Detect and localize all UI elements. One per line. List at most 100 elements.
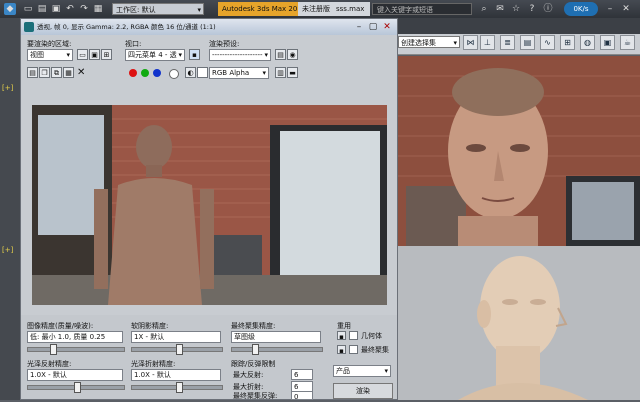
slider-knob[interactable] bbox=[176, 382, 183, 393]
layer-manager-icon[interactable]: ≣ bbox=[500, 35, 515, 50]
slider-knob[interactable] bbox=[74, 382, 81, 393]
final-gather-label: 最终聚集 bbox=[361, 346, 389, 354]
schematic-view-icon[interactable]: ⊞ bbox=[560, 35, 575, 50]
slider-knob[interactable] bbox=[50, 344, 57, 355]
glossy-reflection-value: 1.0X - 默认 bbox=[27, 369, 123, 381]
final-gather-precision-label: 最终聚集精度: bbox=[231, 322, 276, 330]
auto-region-icon[interactable]: ▣ bbox=[89, 49, 100, 60]
preset-dropdown[interactable]: -------------------- bbox=[209, 49, 271, 61]
render-production-icon[interactable]: ☕ bbox=[620, 35, 635, 50]
slider-knob[interactable] bbox=[252, 344, 259, 355]
alpha-channel-icon[interactable] bbox=[169, 69, 179, 79]
toggle-ui-overlays-icon[interactable]: ▥ bbox=[275, 67, 286, 78]
render-mode-dropdown[interactable]: 产品 bbox=[333, 365, 391, 377]
command-strip: [+] [+] bbox=[0, 18, 20, 400]
mono-icon[interactable]: ◐ bbox=[185, 67, 196, 78]
fg-bounces-input[interactable]: 0 bbox=[291, 391, 313, 401]
slider-knob[interactable] bbox=[176, 344, 183, 355]
viewport-label[interactable]: [+] bbox=[2, 84, 13, 92]
close-icon[interactable]: ✕ bbox=[620, 3, 632, 15]
project-folder-icon[interactable]: ▦ bbox=[92, 3, 104, 15]
viewport-perspective[interactable] bbox=[398, 56, 640, 246]
app-logo-icon[interactable]: ◆ bbox=[4, 3, 16, 15]
soft-shadow-slider[interactable] bbox=[131, 344, 223, 355]
binoculars-icon[interactable]: ⌕ bbox=[478, 3, 490, 15]
curve-editor-icon[interactable]: ∿ bbox=[540, 35, 555, 50]
lock-geometry-icon[interactable]: ▪ bbox=[337, 331, 346, 341]
lock-viewport-icon[interactable]: ⊞ bbox=[101, 49, 112, 60]
save-image-icon[interactable]: ▤ bbox=[27, 67, 38, 78]
lock-icon[interactable]: ▪ bbox=[189, 49, 200, 60]
render-preview-image bbox=[32, 105, 387, 305]
tab-app-title[interactable]: Autodesk 3ds Max 2014 x64 bbox=[218, 2, 298, 16]
render-setup-icon[interactable]: ▣ bbox=[600, 35, 615, 50]
image-precision-slider[interactable] bbox=[27, 344, 125, 355]
render-button[interactable]: 渲染 bbox=[333, 383, 393, 399]
copy-image-icon[interactable]: ❐ bbox=[39, 67, 50, 78]
favorites-icon[interactable]: ☆ bbox=[510, 3, 522, 15]
open-file-icon[interactable]: ▤ bbox=[36, 3, 48, 15]
lock-final-gather-icon[interactable]: ▪ bbox=[337, 345, 346, 355]
tab-unregistered[interactable]: 未注册版 bbox=[298, 2, 332, 16]
soft-shadow-label: 软阴影精度: bbox=[131, 322, 169, 330]
max-reflections-input[interactable]: 6 bbox=[291, 369, 313, 380]
swatch-icon[interactable] bbox=[197, 67, 208, 78]
clear-icon[interactable]: ✕ bbox=[77, 67, 85, 78]
viewport-dropdown-label: 视口: bbox=[125, 40, 142, 48]
minimize-icon[interactable]: – bbox=[604, 3, 616, 15]
info-icon[interactable]: ⓘ bbox=[542, 3, 554, 15]
area-label: 要渲染的区域: bbox=[27, 40, 72, 48]
network-speed-badge: 0K/s bbox=[564, 2, 598, 16]
glossy-reflection-slider[interactable] bbox=[27, 382, 125, 393]
minimize-window-icon[interactable]: – bbox=[353, 21, 365, 33]
viewport-front[interactable] bbox=[398, 246, 640, 400]
image-precision-value: 低: 最小 1.0, 质量 0.25 bbox=[27, 331, 123, 343]
glossy-reflection-label: 光泽反射精度: bbox=[27, 360, 72, 368]
blue-channel-icon[interactable] bbox=[153, 69, 161, 77]
print-image-icon[interactable]: ▦ bbox=[63, 67, 74, 78]
geometry-checkbox[interactable] bbox=[349, 331, 358, 340]
render-setup-button-icon[interactable]: ▤ bbox=[275, 49, 286, 60]
final-gather-checkbox[interactable] bbox=[349, 345, 358, 354]
mirror-icon[interactable]: ⋈ bbox=[463, 35, 478, 50]
workspace-dropdown[interactable]: 工作区: 默认 bbox=[112, 3, 204, 16]
search-input[interactable]: 键入关键字或短语 bbox=[372, 3, 472, 15]
graphite-tools-icon[interactable]: ▤ bbox=[520, 35, 535, 50]
selection-set-dropdown[interactable]: 创建选择集 bbox=[398, 36, 460, 49]
material-editor-icon[interactable]: ◍ bbox=[580, 35, 595, 50]
area-dropdown[interactable]: 视图 bbox=[27, 49, 73, 61]
clone-frame-icon[interactable]: ⧉ bbox=[51, 67, 62, 78]
environment-icon[interactable]: ◉ bbox=[287, 49, 298, 60]
edit-region-icon[interactable]: ▭ bbox=[77, 49, 88, 60]
glossy-refraction-slider[interactable] bbox=[131, 382, 223, 393]
close-window-icon[interactable]: ✕ bbox=[381, 21, 393, 33]
new-file-icon[interactable]: ▭ bbox=[22, 3, 34, 15]
help-icon[interactable]: ? bbox=[526, 3, 538, 15]
tab-filename[interactable]: sss.max bbox=[332, 2, 370, 16]
red-channel-icon[interactable] bbox=[129, 69, 137, 77]
max-reflections-label: 最大反射: bbox=[233, 371, 264, 379]
preset-label: 渲染预设: bbox=[209, 40, 240, 48]
maximize-window-icon[interactable]: ▢ bbox=[367, 21, 379, 33]
redo-icon[interactable]: ↷ bbox=[78, 3, 90, 15]
final-gather-slider[interactable] bbox=[231, 344, 323, 355]
rendered-image bbox=[32, 105, 387, 305]
toggle-ui-icon[interactable]: ▬ bbox=[287, 67, 298, 78]
soft-shadow-value: 1X - 默认 bbox=[131, 331, 221, 343]
viewport-dropdown[interactable]: 四元菜单 4 - 透 bbox=[125, 49, 185, 61]
undo-icon[interactable]: ↶ bbox=[64, 3, 76, 15]
image-precision-label: 图像精度(质量/噪波): bbox=[27, 322, 94, 330]
communication-center-icon[interactable]: ✉ bbox=[494, 3, 506, 15]
green-channel-icon[interactable] bbox=[141, 69, 149, 77]
glossy-refraction-value: 1.0X - 默认 bbox=[131, 369, 221, 381]
viewport-label[interactable]: [+] bbox=[2, 246, 13, 254]
title-bar: ◆ ▭ ▤ ▣ ↶ ↷ ▦ 工作区: 默认 Autodesk 3ds Max 2… bbox=[0, 0, 640, 18]
channel-dropdown[interactable]: RGB Alpha bbox=[209, 67, 269, 79]
rendered-frame-window: 透视, 帧 0, 显示 Gamma: 2.2, RGBA 颜色 16 位/通道 … bbox=[20, 18, 398, 401]
align-icon[interactable]: ⊥ bbox=[480, 35, 495, 50]
trace-limits-label: 跟踪/反弹限制 bbox=[231, 360, 276, 368]
save-file-icon[interactable]: ▣ bbox=[50, 3, 62, 15]
final-gather-precision-value: 草图级 bbox=[231, 331, 321, 343]
render-window-icon bbox=[24, 22, 34, 32]
geometry-label: 几何体 bbox=[361, 332, 382, 340]
